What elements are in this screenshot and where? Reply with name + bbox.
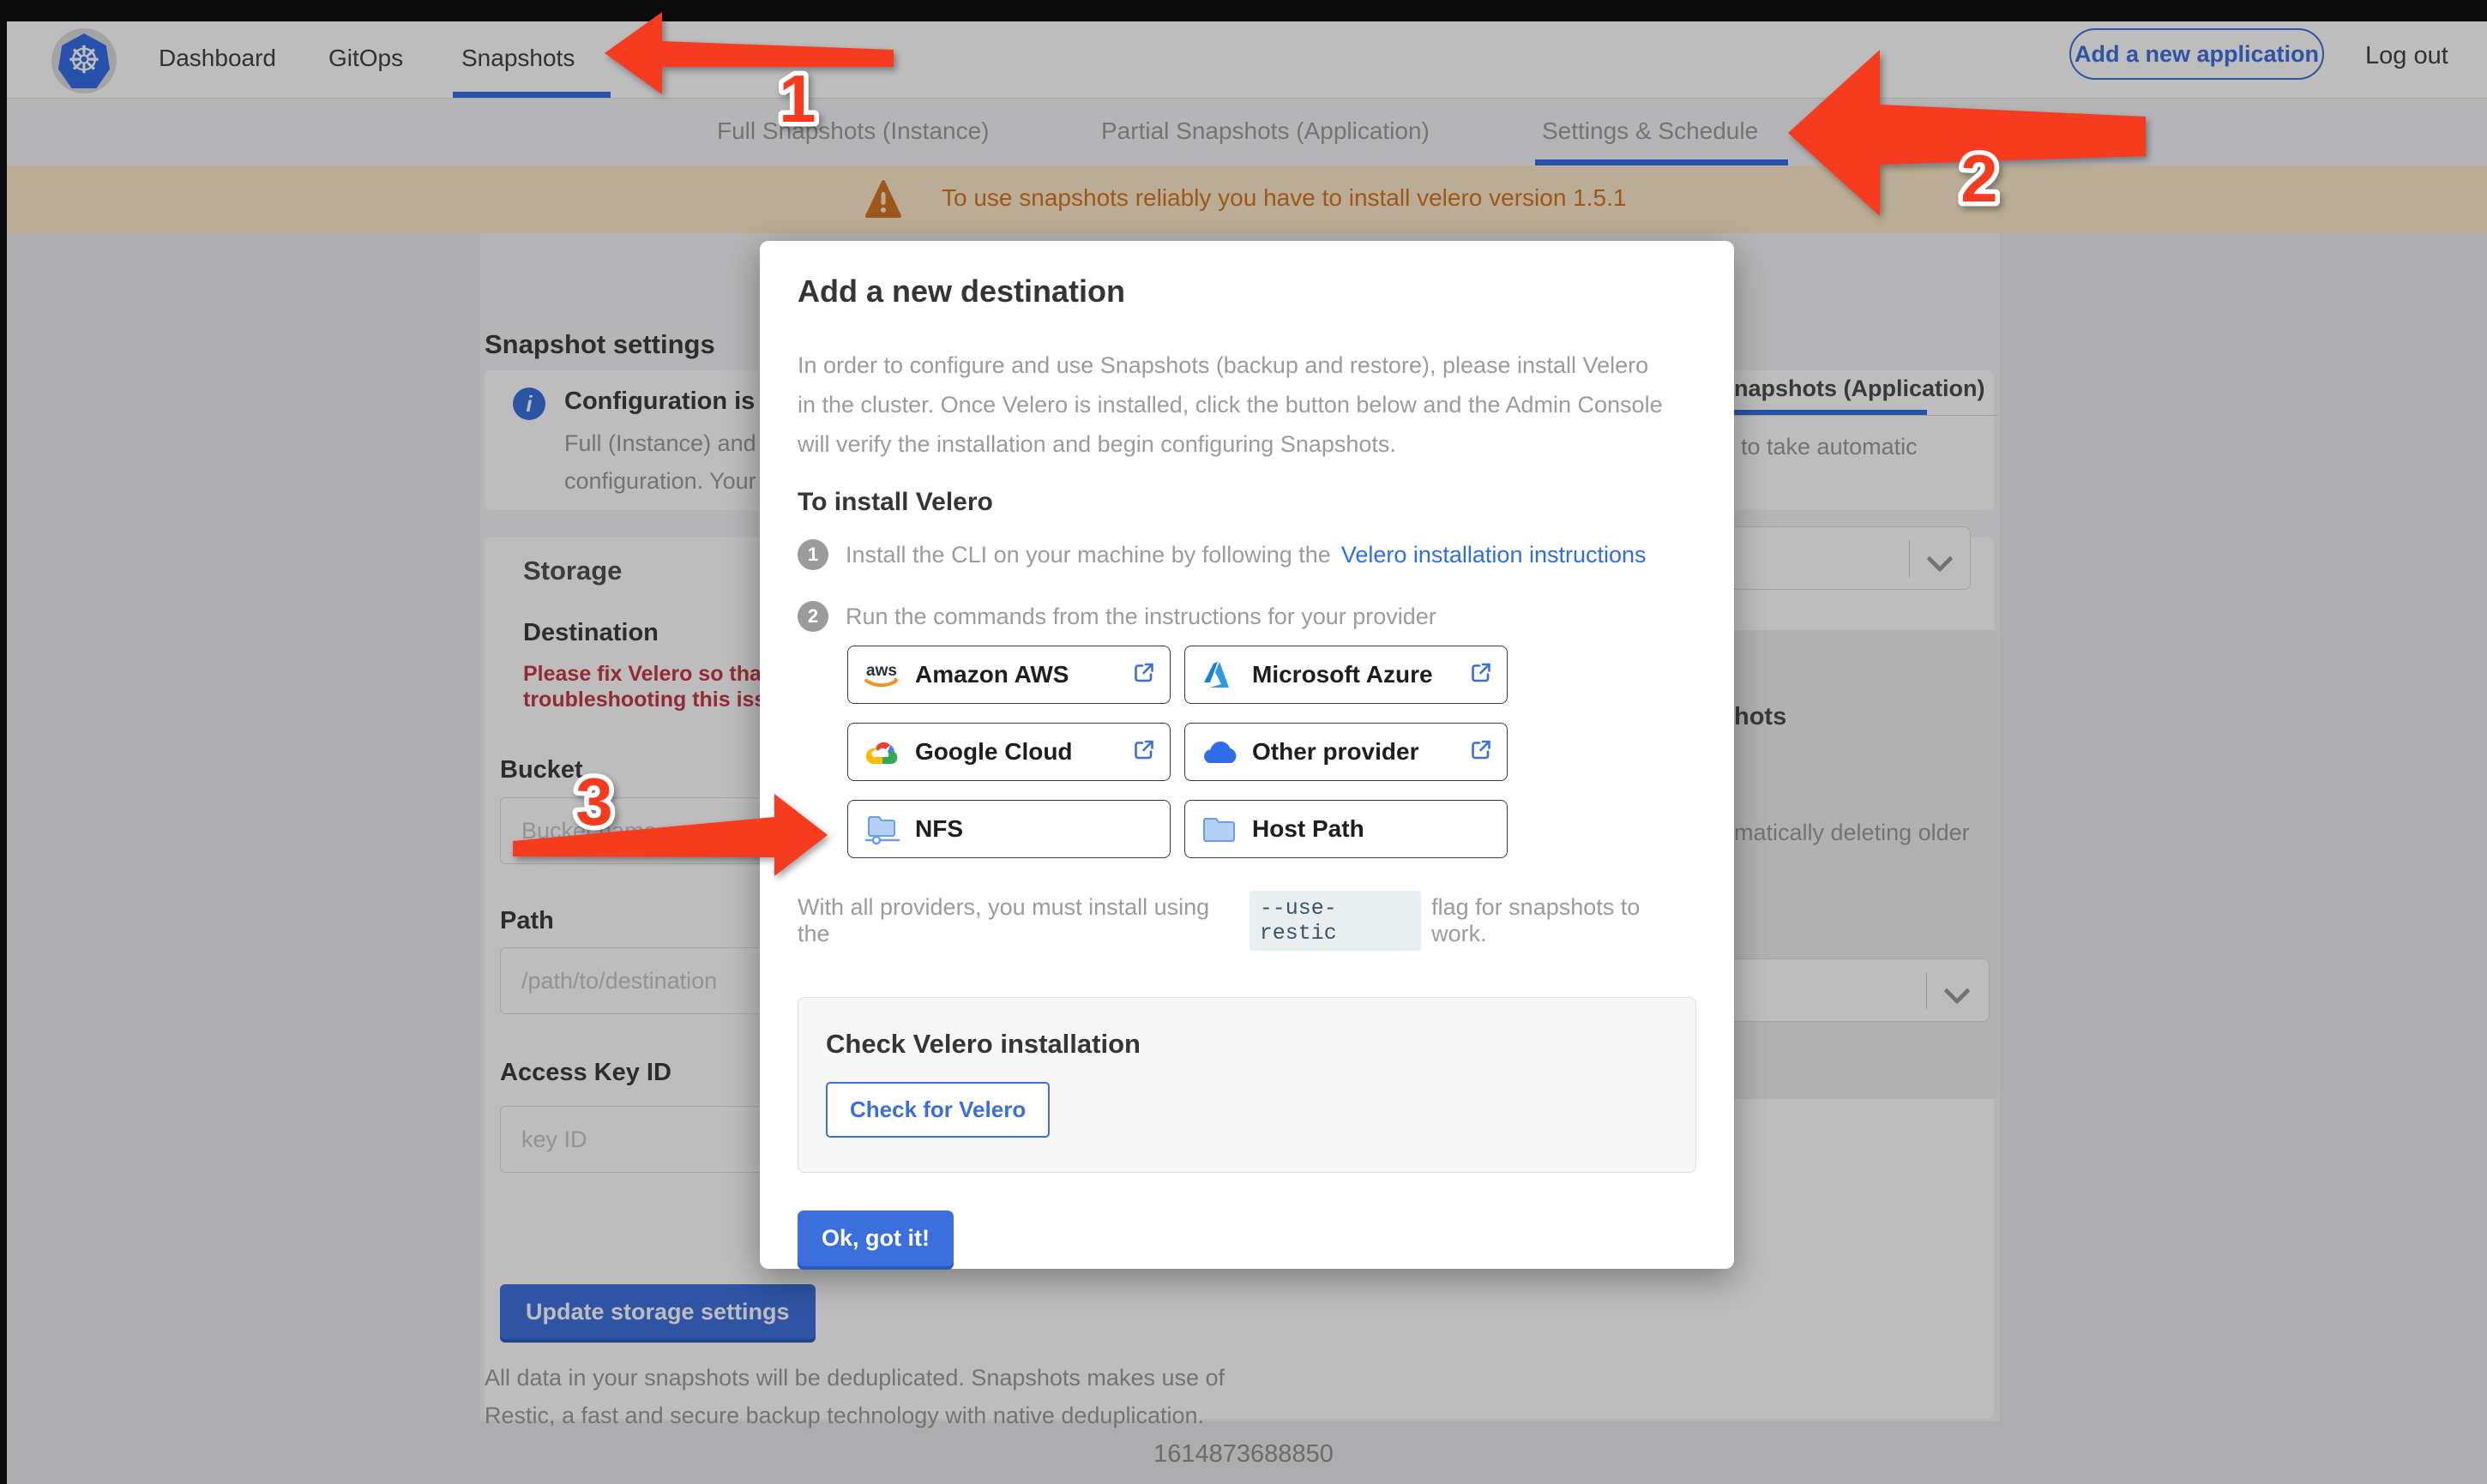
- nfs-share-icon: [862, 812, 903, 846]
- step-number-badge: 1: [798, 539, 828, 570]
- provider-amazon-aws-button[interactable]: aws Amazon AWS: [847, 646, 1171, 704]
- provider-google-cloud-button[interactable]: Google Cloud: [847, 723, 1171, 781]
- modal-description: In order to configure and use Snapshots …: [798, 345, 1668, 464]
- provider-other-button[interactable]: Other provider: [1184, 723, 1508, 781]
- aws-icon: aws: [862, 660, 903, 689]
- admin-console-screen: ☸ Dashboard GitOps Snapshots Add a new a…: [0, 0, 2487, 1484]
- provider-nfs-button[interactable]: NFS: [847, 800, 1171, 858]
- install-velero-heading: To install Velero: [798, 488, 1696, 517]
- ok-got-it-button[interactable]: Ok, got it!: [798, 1211, 954, 1266]
- svg-text:aws: aws: [866, 662, 897, 680]
- provider-microsoft-azure-button[interactable]: Microsoft Azure: [1184, 646, 1508, 704]
- external-link-icon: [1469, 661, 1493, 689]
- provider-host-path-button[interactable]: Host Path: [1184, 800, 1508, 858]
- check-velero-title: Check Velero installation: [826, 1029, 1668, 1060]
- check-velero-section: Check Velero installation Check for Vele…: [798, 997, 1696, 1173]
- external-link-icon: [1469, 738, 1493, 766]
- add-destination-modal: Add a new destination In order to config…: [760, 241, 1734, 1269]
- external-link-icon: [1132, 661, 1156, 689]
- velero-instructions-link[interactable]: Velero installation instructions: [1341, 542, 1647, 568]
- google-cloud-icon: [862, 736, 903, 767]
- external-link-icon: [1132, 738, 1156, 766]
- check-for-velero-button[interactable]: Check for Velero: [826, 1082, 1050, 1138]
- install-step-1: 1 Install the CLI on your machine by fol…: [798, 539, 1696, 570]
- cloud-icon: [1199, 738, 1240, 766]
- provider-grid: aws Amazon AWS Microsoft Azu: [847, 646, 1696, 858]
- modal-title: Add a new destination: [798, 273, 1696, 309]
- step-number-badge: 2: [798, 601, 828, 632]
- restic-note: With all providers, you must install usi…: [798, 891, 1696, 951]
- use-restic-code-chip: --use-restic: [1250, 891, 1421, 951]
- azure-icon: [1199, 660, 1240, 689]
- folder-icon: [1199, 814, 1240, 844]
- install-step-2: 2 Run the commands from the instructions…: [798, 601, 1696, 632]
